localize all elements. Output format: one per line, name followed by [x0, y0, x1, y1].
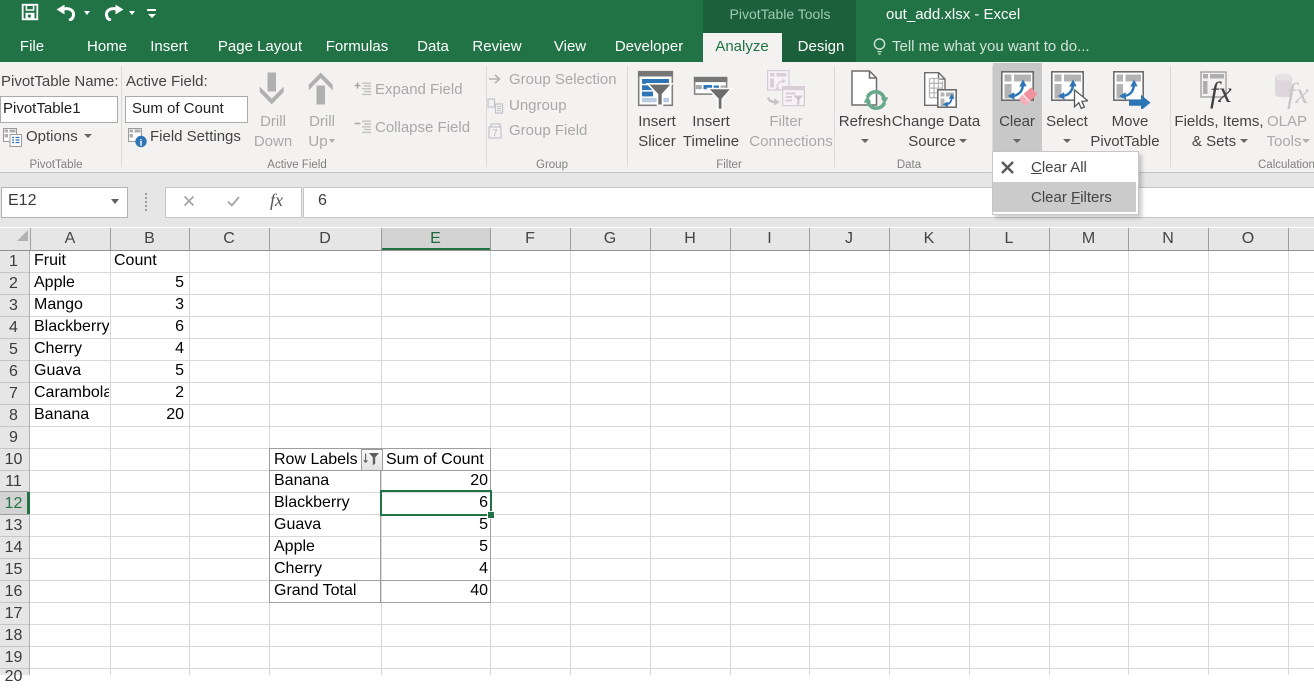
- svg-text:fx: fx: [1210, 76, 1232, 109]
- svg-text:7: 7: [492, 128, 497, 138]
- svg-text:i: i: [140, 139, 143, 148]
- svg-text:fx: fx: [1287, 77, 1309, 109]
